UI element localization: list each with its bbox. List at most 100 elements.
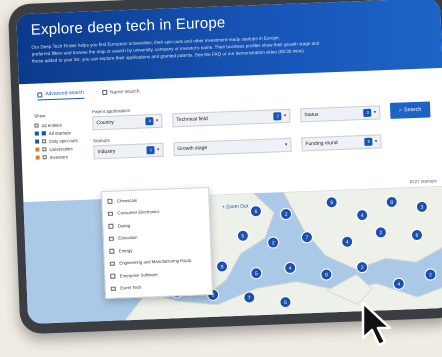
checkbox[interactable] <box>108 236 114 241</box>
tab-name-search[interactable]: Name search <box>101 88 140 98</box>
industry-select[interactable]: Industry 1 ▾ <box>93 142 164 160</box>
cluster-count: 5 <box>255 271 258 277</box>
selection-count-badge: 2 <box>273 112 282 121</box>
map-cluster-marker[interactable]: 6 <box>410 229 423 242</box>
map-cluster-marker[interactable]: 2 <box>356 261 369 274</box>
option-label: Engineering and Manufacturing Equip. <box>119 257 193 266</box>
option-label: Dating <box>117 222 131 229</box>
option-label: Chemicals <box>116 197 138 204</box>
chevron-down-icon: ▾ <box>284 141 288 149</box>
checkbox[interactable] <box>42 139 47 144</box>
map-cluster-marker[interactable]: 7 <box>300 231 313 244</box>
cluster-count: 3 <box>420 205 423 211</box>
checkbox[interactable] <box>107 198 113 204</box>
status-select[interactable]: Status 3 ▾ <box>300 105 381 123</box>
cluster-count: 2 <box>429 272 432 278</box>
selection-count-badge: 5 <box>364 137 373 146</box>
map-cluster-marker[interactable]: 5 <box>236 229 249 242</box>
map-cluster-marker[interactable]: 4 <box>356 209 369 222</box>
country-filter-group: Patent applications Country 4 ▾ <box>92 107 163 131</box>
filter-option-investors[interactable]: Investors <box>35 152 88 162</box>
map-zoom-label[interactable]: + Zoom Out <box>222 203 249 210</box>
sliders-icon <box>37 91 43 97</box>
funding-round-filter-group: Funding round 5 ▾ <box>301 127 382 152</box>
tablet-screen: Explore deep tech in Europe Our Deep Tec… <box>16 0 442 325</box>
map-cluster-marker[interactable]: 9 <box>216 260 229 273</box>
cluster-count: 2 <box>272 240 275 246</box>
map-cluster-marker[interactable]: 5 <box>279 296 292 309</box>
checkbox[interactable] <box>109 261 115 266</box>
cluster-count: 6 <box>416 233 419 239</box>
option-label: All entities <box>41 122 63 128</box>
filter-area: Patent applications Country 4 ▾ Technica… <box>92 96 438 167</box>
map-cluster-marker[interactable]: 4 <box>284 261 297 274</box>
mouse-pointer-icon <box>361 301 392 347</box>
chevron-down-icon: ▾ <box>155 117 159 124</box>
select-value: Technical field <box>176 115 208 124</box>
map-cluster-marker[interactable]: 3 <box>415 200 428 213</box>
cluster-count: 4 <box>289 266 292 272</box>
landmass-northeast <box>282 185 442 270</box>
checkbox[interactable] <box>34 123 39 128</box>
document-icon <box>101 89 108 96</box>
map-cluster-marker[interactable]: 8 <box>385 195 398 208</box>
search-button[interactable]: ⌕ Search <box>389 101 431 119</box>
checkbox[interactable] <box>108 223 113 229</box>
chevron-down-icon: ▾ <box>156 146 160 153</box>
cluster-count: 6 <box>254 209 257 215</box>
tab-advanced-search[interactable]: Advanced search <box>37 89 85 101</box>
cluster-count: 9 <box>330 200 333 206</box>
map-cluster-marker[interactable]: 8 <box>320 268 333 281</box>
checkbox[interactable] <box>41 131 46 136</box>
entity-filter-panel: Show All entities All startups Only spin… <box>34 112 88 162</box>
cluster-count: 8 <box>325 272 328 278</box>
selection-count-badge: 3 <box>363 108 372 117</box>
map-cluster-marker[interactable]: 9 <box>325 196 338 209</box>
checkbox[interactable] <box>109 248 114 254</box>
country-select[interactable]: Country 4 ▾ <box>92 113 163 131</box>
search-button-label: Search <box>403 106 422 114</box>
checkbox[interactable] <box>110 273 115 279</box>
search-tabs: Advanced search Name search <box>37 88 140 101</box>
option-label: Education <box>118 235 138 241</box>
option-label: Investors <box>49 153 69 160</box>
legend-swatch <box>35 155 40 160</box>
cluster-count: 2 <box>285 212 288 218</box>
select-value: Status <box>304 111 319 119</box>
tech-field-filter-group: Technical field 2 ▾ <box>172 102 291 128</box>
results-count: 9227 startups <box>409 178 438 185</box>
map-cluster-marker[interactable]: 4 <box>341 235 354 248</box>
funding-round-select[interactable]: Funding round 5 ▾ <box>301 134 382 152</box>
map-cluster-marker[interactable]: 7 <box>243 291 256 304</box>
dropdown-option[interactable]: Event Tech <box>106 278 212 295</box>
industry-dropdown-menu: Chemicals Consumer Electronics Dating Ed… <box>101 186 214 300</box>
cluster-count: 7 <box>306 235 309 241</box>
map-cluster-marker[interactable]: 4 <box>392 277 405 290</box>
legend-swatch <box>35 147 40 152</box>
show-heading: Show <box>34 113 46 119</box>
select-value: Country <box>96 119 115 127</box>
checkbox[interactable] <box>107 211 113 216</box>
cluster-count: 8 <box>390 200 393 206</box>
selection-count-badge: 1 <box>146 146 156 155</box>
legend-swatch <box>35 139 40 144</box>
map-cluster-marker[interactable]: 2 <box>280 208 293 221</box>
checkbox[interactable] <box>42 155 47 160</box>
map-cluster-marker[interactable]: 5 <box>250 267 263 280</box>
selection-count-badge: 4 <box>145 117 155 126</box>
map-cluster-marker[interactable]: 2 <box>267 236 280 249</box>
search-icon: ⌕ <box>398 107 403 114</box>
select-value: Growth stage <box>177 145 208 153</box>
map-cluster-marker[interactable]: 2 <box>374 226 387 239</box>
filter-row-startups: Startups Industry 1 ▾ Growth stage ▾ Fun… <box>93 125 438 160</box>
map-cluster-marker[interactable]: 6 <box>249 205 262 218</box>
option-label: Universities <box>49 145 73 152</box>
checkbox[interactable] <box>42 147 47 152</box>
option-label: Enterprise Software <box>119 271 158 279</box>
map-cluster-marker[interactable]: 2 <box>424 268 437 281</box>
growth-stage-filter-group: Growth stage ▾ <box>173 131 292 157</box>
cluster-count: 4 <box>397 282 400 288</box>
checkbox[interactable] <box>110 286 116 291</box>
chevron-down-icon: ▾ <box>374 138 378 145</box>
option-label: All startups <box>48 129 72 136</box>
